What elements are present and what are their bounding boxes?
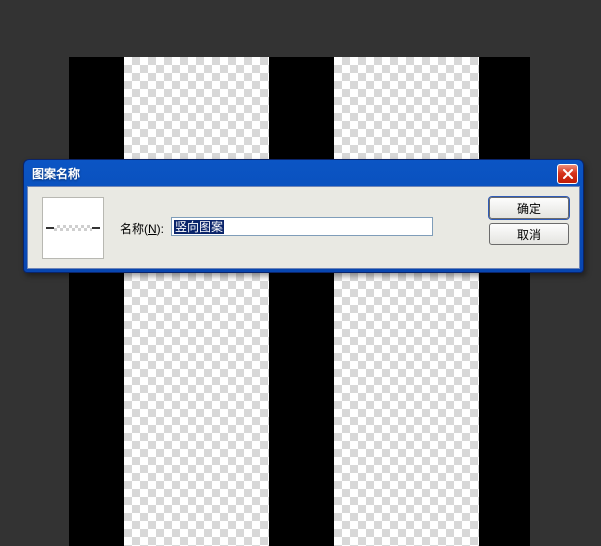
dialog-titlebar[interactable]: 图案名称 [24,160,583,186]
cancel-button[interactable]: 取消 [489,223,569,245]
document-canvas [69,57,530,546]
name-input[interactable]: 竖向图案 [171,217,433,236]
pattern-preview-content [46,225,100,231]
name-label: 名称(N): [120,220,164,237]
ok-button[interactable]: 确定 [489,197,569,219]
pattern-name-dialog: 图案名称 名称(N): 竖向图案 确定 [23,159,584,273]
transparent-column [124,57,269,546]
close-button[interactable] [557,164,578,184]
dialog-body: 名称(N): 竖向图案 确定 取消 [27,186,580,269]
app-workspace: 图案名称 名称(N): 竖向图案 确定 [0,0,601,546]
pattern-preview [42,197,104,259]
transparent-column [334,57,479,546]
dialog-title: 图案名称 [32,165,80,182]
name-input-value: 竖向图案 [174,220,224,234]
close-icon [563,169,573,179]
